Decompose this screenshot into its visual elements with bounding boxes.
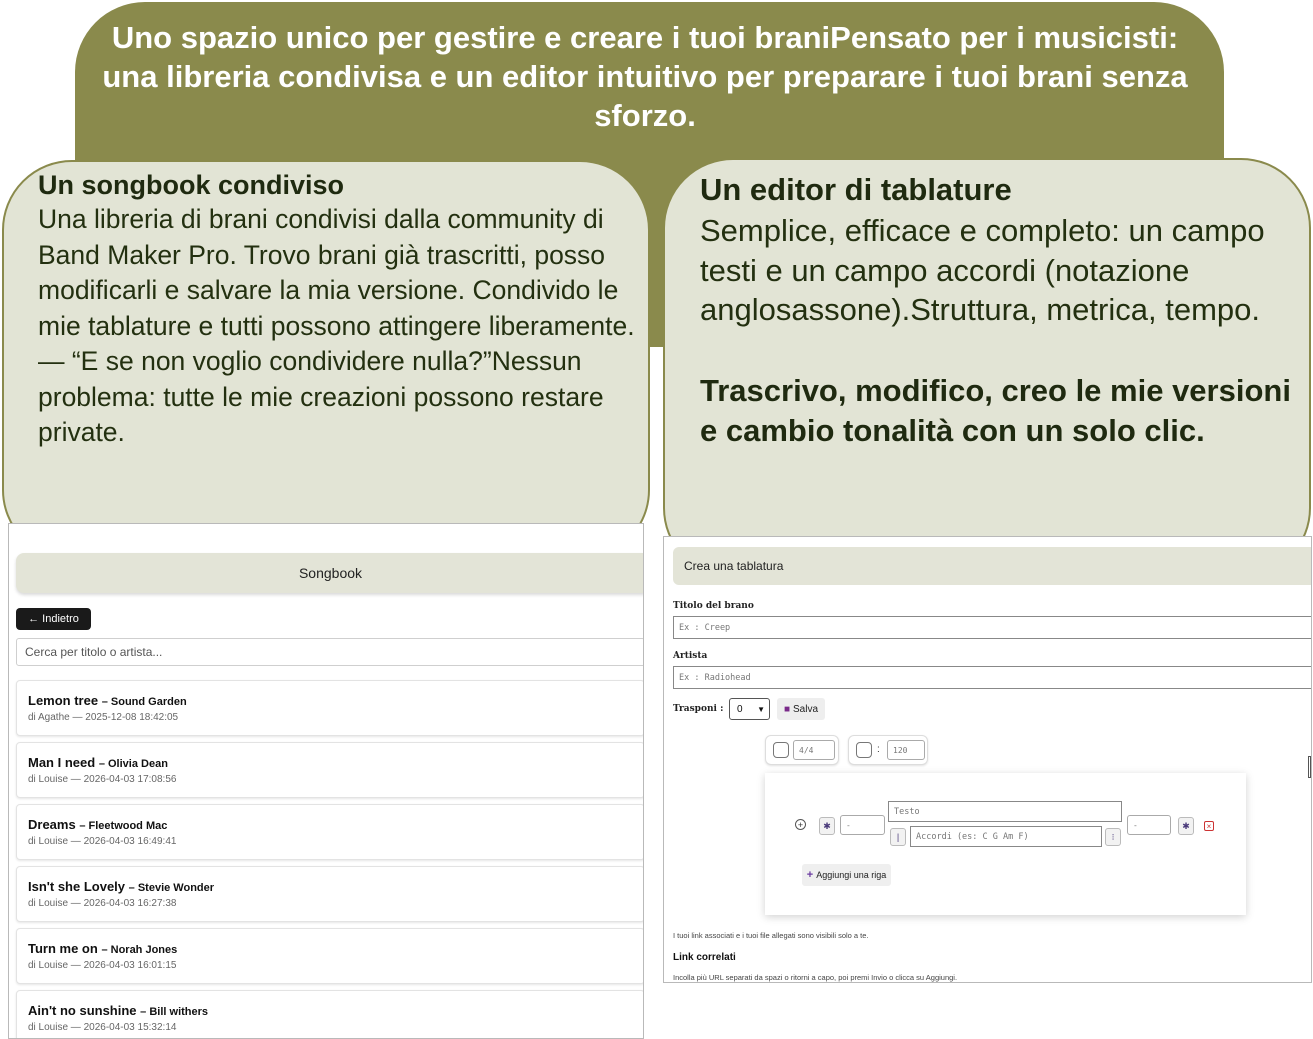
song-list-item[interactable]: Man I need – Olivia Dean di Louise — 202… (16, 742, 643, 798)
chevron-down-icon: ▼ (757, 705, 765, 714)
transpose-select[interactable]: 0 ▼ (729, 698, 770, 720)
song-list: Lemon tree – Sound Garden di Agathe — 20… (16, 680, 643, 1038)
drag-handle-icon[interactable]: + (795, 819, 806, 830)
tempo-toggle[interactable] (856, 742, 872, 758)
song-title: Dreams (28, 817, 76, 832)
song-artist: Fleetwood Mac (88, 820, 168, 832)
related-links-hint: Incolla più URL separati da spazi o rito… (673, 973, 958, 982)
chord-prefix-icon[interactable]: | (890, 828, 906, 846)
song-list-item[interactable]: Turn me on – Norah Jones di Louise — 202… (16, 928, 643, 984)
song-artist: Bill withers (149, 1006, 209, 1018)
lyrics-input[interactable]: Testo (888, 801, 1122, 822)
transpose-value: 0 (737, 703, 743, 715)
song-meta: di Louise — 2026-04-03 15:32:14 (28, 1022, 177, 1033)
left-settings-icon[interactable]: ✱ (819, 817, 835, 835)
add-row-button[interactable]: + Aggiungi una riga (802, 864, 891, 886)
transpose-label: Trasponi : (673, 704, 724, 714)
privacy-note: I tuoi link associati e i tuoi file alle… (673, 931, 869, 940)
songbook-screenshot: Songbook ← Indietro Cerca per titolo o a… (8, 523, 644, 1039)
chord-suffix-icon[interactable]: ⁝ (1105, 828, 1121, 846)
song-artist: Stevie Wonder (137, 882, 215, 894)
back-button[interactable]: ← Indietro (16, 608, 91, 630)
banner-text: Uno spazio unico per gestire e creare i … (102, 20, 1188, 133)
chords-input[interactable]: Accordi (es: C G Am F) (910, 826, 1102, 847)
song-title: Man I need (28, 755, 96, 770)
lyrics-row-panel: + ✱ - Testo | Accordi (es: C G Am F) ⁝ -… (765, 773, 1246, 915)
related-links-title: Link correlati (673, 952, 736, 963)
song-title-label: Titolo del brano (673, 601, 754, 611)
scrollbar-handle[interactable] (1308, 756, 1311, 778)
left-measure-input[interactable]: - (840, 815, 885, 835)
editor-feature-body: Semplice, efficace e completo: un campo … (700, 213, 1265, 327)
right-measure-input[interactable]: - (1127, 815, 1171, 835)
tempo-input[interactable]: 120 (887, 740, 925, 760)
song-meta: di Louise — 2026-04-03 16:01:15 (28, 960, 177, 971)
plus-icon: + (806, 869, 814, 881)
song-title: Turn me on (28, 941, 98, 956)
songbook-header-title: Songbook (298, 565, 363, 581)
songbook-feature-body: Una libreria di brani condivisi dalla co… (38, 204, 635, 447)
editor-feature-emphasis: Trascrivo, modifico, creo le mie version… (700, 373, 1291, 448)
delete-row-icon[interactable]: × (1204, 821, 1214, 831)
tempo-separator: : (877, 744, 880, 755)
song-artist: Sound Garden (110, 696, 187, 708)
artist-input[interactable]: Ex : Radiohead (673, 666, 1311, 689)
song-title: Lemon tree (28, 693, 99, 708)
meter-toggle[interactable] (773, 742, 789, 758)
song-meta: di Louise — 2026-04-03 16:27:38 (28, 898, 177, 909)
songbook-feature-card: Un songbook condiviso Una libreria di br… (2, 160, 650, 560)
song-artist: Olivia Dean (108, 758, 168, 770)
song-list-item[interactable]: Ain't no sunshine – Bill withers di Loui… (16, 990, 643, 1038)
editor-header: Crea una tablatura (673, 547, 1311, 585)
song-list-item[interactable]: Lemon tree – Sound Garden di Agathe — 20… (16, 680, 643, 736)
editor-feature-title: Un editor di tablature (700, 172, 1012, 207)
floppy-disk-icon: ■ (783, 703, 791, 715)
song-title: Isn't she Lovely (28, 879, 126, 894)
right-settings-icon[interactable]: ✱ (1178, 817, 1194, 835)
song-meta: di Louise — 2026-04-03 17:08:56 (28, 774, 177, 785)
songbook-header: Songbook (16, 553, 643, 593)
song-list-item[interactable]: Isn't she Lovely – Stevie Wonder di Loui… (16, 866, 643, 922)
song-artist: Norah Jones (110, 944, 178, 956)
save-button-label: Salva (793, 703, 819, 715)
tab-editor-screenshot: Crea una tablatura Titolo del brano Ex :… (663, 536, 1312, 983)
tempo-box: : 120 (848, 735, 928, 765)
meter-box: 4/4 (765, 735, 839, 765)
song-meta: di Agathe — 2025-12-08 18:42:05 (28, 712, 179, 723)
add-row-label: Aggiungi una riga (816, 870, 887, 880)
meter-input[interactable]: 4/4 (793, 740, 835, 760)
song-title-input[interactable]: Ex : Creep (673, 616, 1311, 639)
editor-feature-card: Un editor di tablature Semplice, efficac… (663, 158, 1311, 578)
songbook-search-input[interactable]: Cerca per titolo o artista... (16, 638, 643, 666)
song-list-item[interactable]: Dreams – Fleetwood Mac di Louise — 2026-… (16, 804, 643, 860)
save-button[interactable]: ■ Salva (777, 698, 825, 720)
songbook-feature-title: Un songbook condiviso (38, 170, 345, 200)
editor-header-title: Crea una tablatura (684, 559, 784, 573)
song-title: Ain't no sunshine (28, 1003, 137, 1018)
artist-label: Artista (673, 651, 708, 661)
song-meta: di Louise — 2026-04-03 16:49:41 (28, 836, 177, 847)
